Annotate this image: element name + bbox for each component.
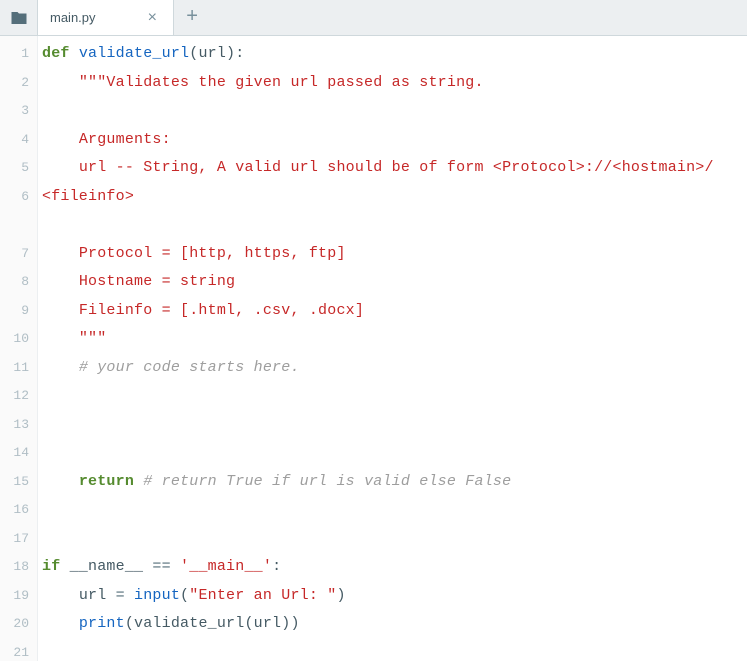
line-number: 15: [0, 468, 37, 497]
code-line[interactable]: [42, 639, 747, 661]
line-number: 13: [0, 411, 37, 440]
line-number: 11: [0, 354, 37, 383]
code-line[interactable]: url -- String, A valid url should be of …: [42, 154, 747, 183]
line-number: 7: [0, 240, 37, 269]
folder-icon: [10, 9, 28, 27]
code-line[interactable]: url = input("Enter an Url: "): [42, 582, 747, 611]
code-line[interactable]: [42, 382, 747, 411]
line-number: 12: [0, 382, 37, 411]
line-number: 14: [0, 439, 37, 468]
code-line[interactable]: if __name__ == '__main__':: [42, 553, 747, 582]
code-line[interactable]: Protocol = [http, https, ftp]: [42, 240, 747, 269]
code-line[interactable]: Fileinfo = [.html, .csv, .docx]: [42, 297, 747, 326]
line-number: 16: [0, 496, 37, 525]
editor-body: 1 2 3 4 5 6 6 7 8 9 10 11 12 13 14 15 16…: [0, 36, 747, 661]
code-line[interactable]: [42, 525, 747, 554]
line-number: 4: [0, 126, 37, 155]
line-number: 5: [0, 154, 37, 183]
code-line[interactable]: # your code starts here.: [42, 354, 747, 383]
code-line[interactable]: [42, 411, 747, 440]
file-explorer-button[interactable]: [0, 0, 38, 35]
code-line[interactable]: [42, 97, 747, 126]
line-number: 1: [0, 40, 37, 69]
line-number: 6: [0, 183, 37, 240]
tab-title: main.py: [50, 10, 96, 25]
code-line[interactable]: return # return True if url is valid els…: [42, 468, 747, 497]
line-number: 19: [0, 582, 37, 611]
editor-container: main.py × + 1 2 3 4 5 6 6 7 8 9 10 11 12…: [0, 0, 747, 661]
tab-main-py[interactable]: main.py ×: [38, 0, 174, 35]
tab-bar: main.py × +: [0, 0, 747, 36]
add-tab-button[interactable]: +: [174, 0, 210, 35]
line-number-gutter: 1 2 3 4 5 6 6 7 8 9 10 11 12 13 14 15 16…: [0, 36, 38, 661]
line-number: 2: [0, 69, 37, 98]
code-line-wrap[interactable]: <fileinfo>: [42, 183, 747, 212]
line-number: 9: [0, 297, 37, 326]
code-line[interactable]: [42, 496, 747, 525]
line-number: 3: [0, 97, 37, 126]
code-line[interactable]: def validate_url(url):: [42, 40, 747, 69]
close-icon[interactable]: ×: [144, 8, 162, 28]
code-line[interactable]: Hostname = string: [42, 268, 747, 297]
code-line[interactable]: """Validates the given url passed as str…: [42, 69, 747, 98]
code-line[interactable]: Arguments:: [42, 126, 747, 155]
code-line[interactable]: [42, 439, 747, 468]
line-number: 17: [0, 525, 37, 554]
code-line[interactable]: """: [42, 325, 747, 354]
line-number: 20: [0, 610, 37, 639]
line-number: 8: [0, 268, 37, 297]
code-line[interactable]: [42, 211, 747, 240]
code-line[interactable]: print(validate_url(url)): [42, 610, 747, 639]
line-number: 21: [0, 639, 37, 661]
line-number: 10: [0, 325, 37, 354]
line-number: 18: [0, 553, 37, 582]
code-area[interactable]: def validate_url(url): """Validates the …: [38, 36, 747, 661]
